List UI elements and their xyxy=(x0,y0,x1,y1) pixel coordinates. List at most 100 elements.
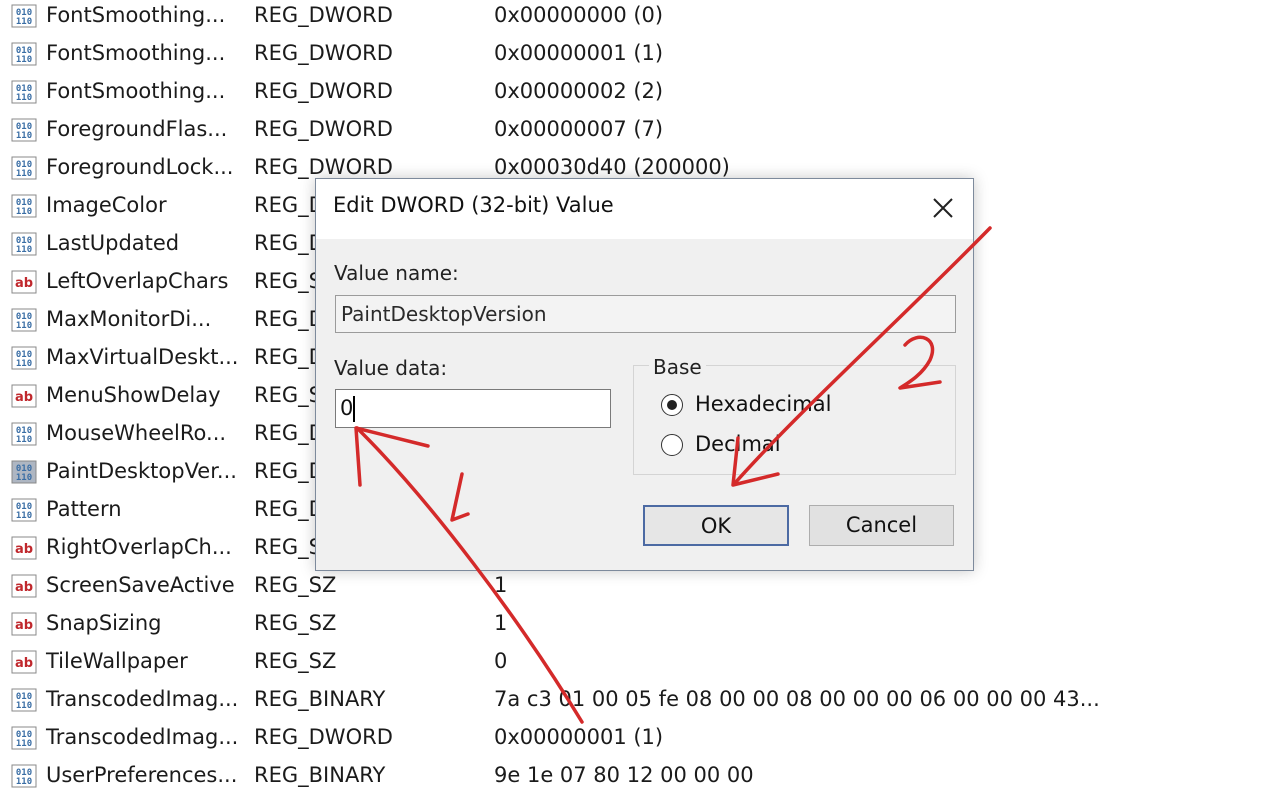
value-name-label: Value name: xyxy=(334,261,459,285)
svg-text:ab: ab xyxy=(15,390,33,405)
value-name: ForegroundLock... xyxy=(46,155,234,179)
list-item[interactable]: 010 110 TranscodedImag... REG_BINARY 7a c3 0… xyxy=(0,681,1100,719)
value-data: 1 xyxy=(494,611,508,635)
binary-value-icon: 010 110 xyxy=(11,764,37,788)
svg-text:ab: ab xyxy=(15,618,33,633)
svg-text:ab: ab xyxy=(15,580,33,595)
value-type: REG_S xyxy=(254,269,322,293)
value-name: MouseWheelRo... xyxy=(46,421,227,445)
value-name: Pattern xyxy=(46,497,122,521)
value-data: 0x00000001 (1) xyxy=(494,725,664,749)
value-name: LeftOverlapChars xyxy=(46,269,229,293)
value-data: 1 xyxy=(494,573,508,597)
list-item[interactable]: 010 110 FontSmoothing... REG_DWORD 0x0000000… xyxy=(0,73,1100,111)
binary-value-icon: 010 110 xyxy=(11,422,37,446)
value-name: FontSmoothing... xyxy=(46,3,226,27)
dialog-body: Value name: PaintDesktopVersion Value da… xyxy=(316,239,973,570)
svg-text:110: 110 xyxy=(16,739,32,749)
value-name: ImageColor xyxy=(46,193,167,217)
string-value-icon: ab xyxy=(11,384,37,408)
cancel-button[interactable]: Cancel xyxy=(809,505,954,546)
value-type: REG_DWORD xyxy=(254,41,393,65)
value-data: 9e 1e 07 80 12 00 00 00 xyxy=(494,763,754,787)
svg-text:110: 110 xyxy=(16,207,32,217)
value-type: REG_DWORD xyxy=(254,79,393,103)
value-type: REG_SZ xyxy=(254,573,337,597)
value-data: 0 xyxy=(494,649,508,673)
binary-value-icon: 010 110 xyxy=(11,308,37,332)
value-name: MenuShowDelay xyxy=(46,383,221,407)
string-value-icon: ab xyxy=(11,574,37,598)
svg-text:110: 110 xyxy=(16,131,32,141)
list-item[interactable]: ab ScreenSaveActive REG_SZ 1 xyxy=(0,567,1100,605)
svg-text:110: 110 xyxy=(16,17,32,27)
value-data: 0x00000007 (7) xyxy=(494,117,664,141)
close-icon[interactable] xyxy=(928,193,958,223)
value-name: RightOverlapCh... xyxy=(46,535,232,559)
value-name: TileWallpaper xyxy=(46,649,188,673)
svg-text:ab: ab xyxy=(15,656,33,671)
value-name: SnapSizing xyxy=(46,611,162,635)
binary-value-icon: 010 110 xyxy=(11,498,37,522)
value-type: REG_DWORD xyxy=(254,3,393,27)
value-data: 7a c3 01 00 05 fe 08 00 00 08 00 00 00 0… xyxy=(494,687,1100,711)
value-type: REG_DWORD xyxy=(254,725,393,749)
svg-text:110: 110 xyxy=(16,245,32,255)
decimal-label: Decimal xyxy=(695,432,781,456)
binary-value-icon: 010 110 xyxy=(11,42,37,66)
svg-text:110: 110 xyxy=(16,435,32,445)
string-value-icon: ab xyxy=(11,270,37,294)
svg-text:110: 110 xyxy=(16,473,32,483)
value-type: REG_BINARY xyxy=(254,763,386,787)
value-name: TranscodedImag... xyxy=(46,725,239,749)
string-value-icon: ab xyxy=(11,650,37,674)
list-item[interactable]: ab TileWallpaper REG_SZ 0 xyxy=(0,643,1100,681)
base-group xyxy=(633,365,956,475)
ok-button[interactable]: OK xyxy=(643,505,789,546)
binary-value-icon: 010 110 xyxy=(11,232,37,256)
radio-checked-icon xyxy=(661,394,683,416)
value-type: REG_S xyxy=(254,383,322,407)
svg-text:ab: ab xyxy=(15,542,33,557)
edit-dword-dialog: Edit DWORD (32-bit) Value Value name: Pa… xyxy=(315,178,974,571)
list-item[interactable]: 010 110 FontSmoothing... REG_DWORD 0x0000000… xyxy=(0,35,1100,73)
list-item[interactable]: ab SnapSizing REG_SZ 1 xyxy=(0,605,1100,643)
svg-text:ab: ab xyxy=(15,276,33,291)
value-type: REG_DWORD xyxy=(254,117,393,141)
value-type: REG_BINARY xyxy=(254,687,386,711)
svg-text:110: 110 xyxy=(16,321,32,331)
text-caret xyxy=(353,396,355,422)
svg-text:110: 110 xyxy=(16,93,32,103)
value-name: FontSmoothing... xyxy=(46,41,226,65)
value-name: TranscodedImag... xyxy=(46,687,239,711)
list-item[interactable]: 010 110 FontSmoothing... REG_DWORD 0x0000000… xyxy=(0,0,1100,35)
value-data: 0x00000000 (0) xyxy=(494,3,664,27)
value-data-input[interactable]: 0 xyxy=(335,389,611,428)
svg-text:110: 110 xyxy=(16,511,32,521)
dialog-title: Edit DWORD (32-bit) Value xyxy=(333,193,614,217)
radio-unchecked-icon xyxy=(661,434,683,456)
value-name: FontSmoothing... xyxy=(46,79,226,103)
hexadecimal-label: Hexadecimal xyxy=(695,392,832,416)
list-item[interactable]: 010 110 TranscodedImag... REG_DWORD 0x000000… xyxy=(0,719,1100,757)
value-type: REG_SZ xyxy=(254,611,337,635)
binary-value-icon: 010 110 xyxy=(11,156,37,180)
list-item[interactable]: 010 110 UserPreferences... REG_BINARY 9e 1e … xyxy=(0,757,1100,795)
base-label: Base xyxy=(649,355,706,379)
value-data-text: 0 xyxy=(340,396,354,420)
list-item[interactable]: 010 110 ForegroundFlas... REG_DWORD 0x000000… xyxy=(0,111,1100,149)
value-name: ForegroundFlas... xyxy=(46,117,228,141)
value-name: MaxMonitorDi... xyxy=(46,307,212,331)
value-data-label: Value data: xyxy=(334,356,448,380)
binary-value-icon: 010 110 xyxy=(11,194,37,218)
value-name: MaxVirtualDeskt... xyxy=(46,345,239,369)
svg-text:110: 110 xyxy=(16,55,32,65)
binary-value-icon: 010 110 xyxy=(11,460,37,484)
binary-value-icon: 010 110 xyxy=(11,118,37,142)
value-name-field[interactable]: PaintDesktopVersion xyxy=(335,295,956,333)
value-name: ScreenSaveActive xyxy=(46,573,235,597)
svg-text:110: 110 xyxy=(16,701,32,711)
value-name: UserPreferences... xyxy=(46,763,238,787)
string-value-icon: ab xyxy=(11,536,37,560)
binary-value-icon: 010 110 xyxy=(11,688,37,712)
